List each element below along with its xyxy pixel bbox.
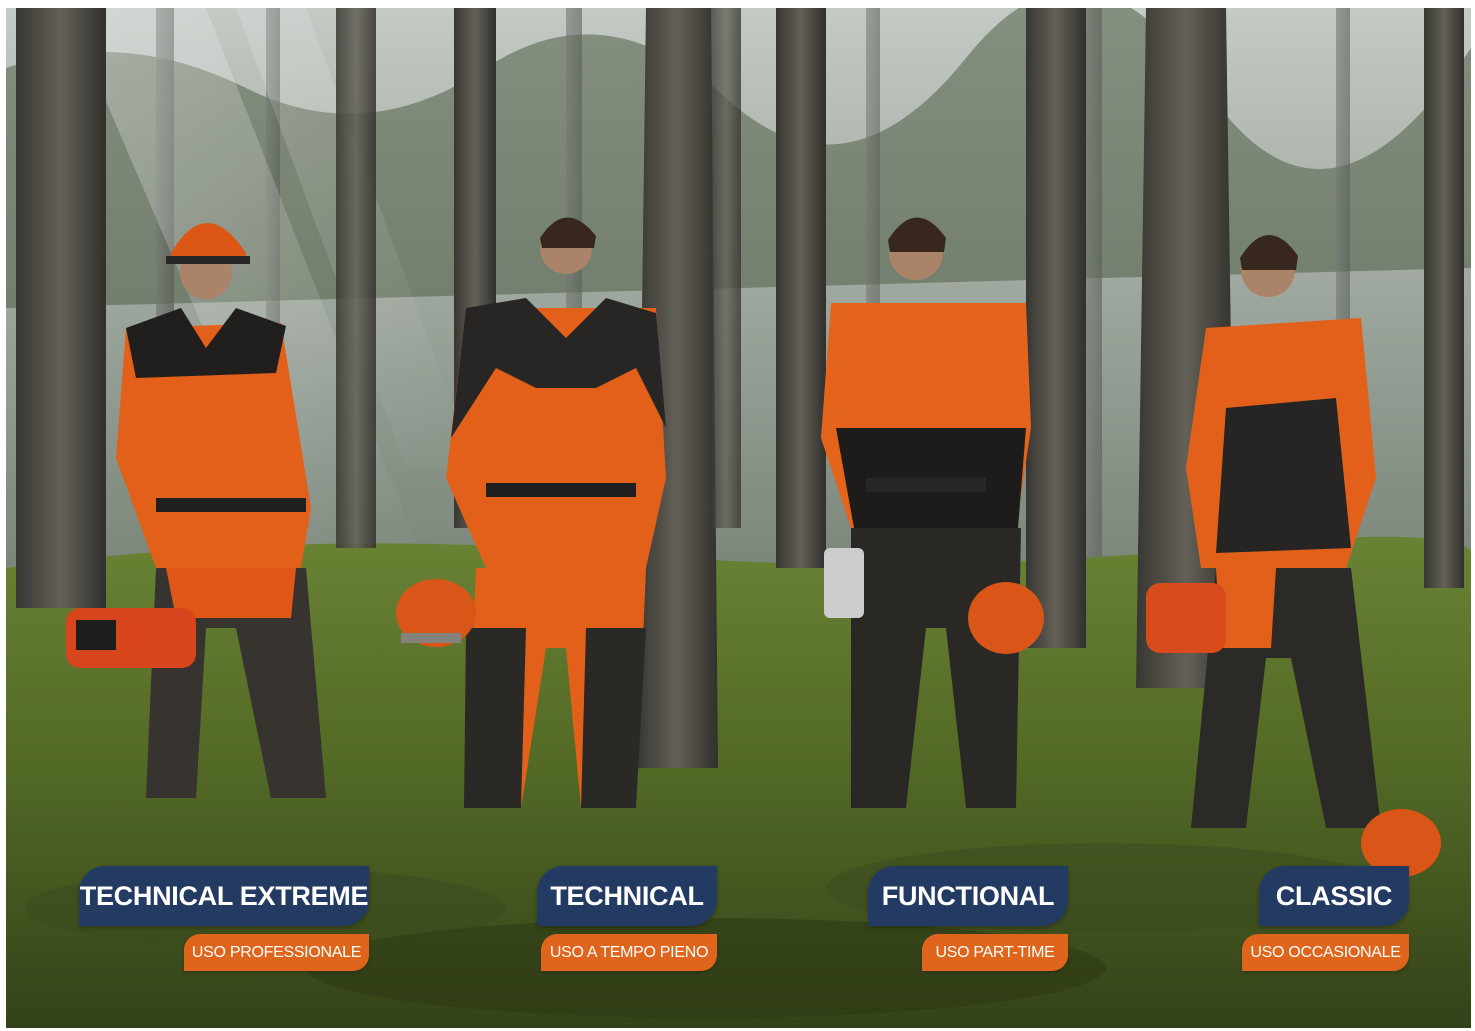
tier-subtitle: USO OCCASIONALE [1242,934,1409,971]
tier-title: TECHNICAL [537,866,717,926]
tier-technical-extreme: TECHNICAL EXTREME USO PROFESSIONALE [79,866,369,976]
tier-title: CLASSIC [1259,866,1409,926]
tier-title: FUNCTIONAL [868,866,1068,926]
tier-subtitle: USO A TEMPO PIENO [541,934,717,971]
tier-functional: FUNCTIONAL USO PART-TIME [868,866,1068,976]
forest-photo: TECHNICAL EXTREME USO PROFESSIONALE TECH… [6,8,1471,1028]
tier-classic: CLASSIC USO OCCASIONALE [1242,866,1409,976]
tier-subtitle: USO PART-TIME [922,934,1068,971]
tier-subtitle: USO PROFESSIONALE [184,934,369,971]
tier-title: TECHNICAL EXTREME [79,866,369,926]
tier-technical: TECHNICAL USO A TEMPO PIENO [537,866,717,976]
